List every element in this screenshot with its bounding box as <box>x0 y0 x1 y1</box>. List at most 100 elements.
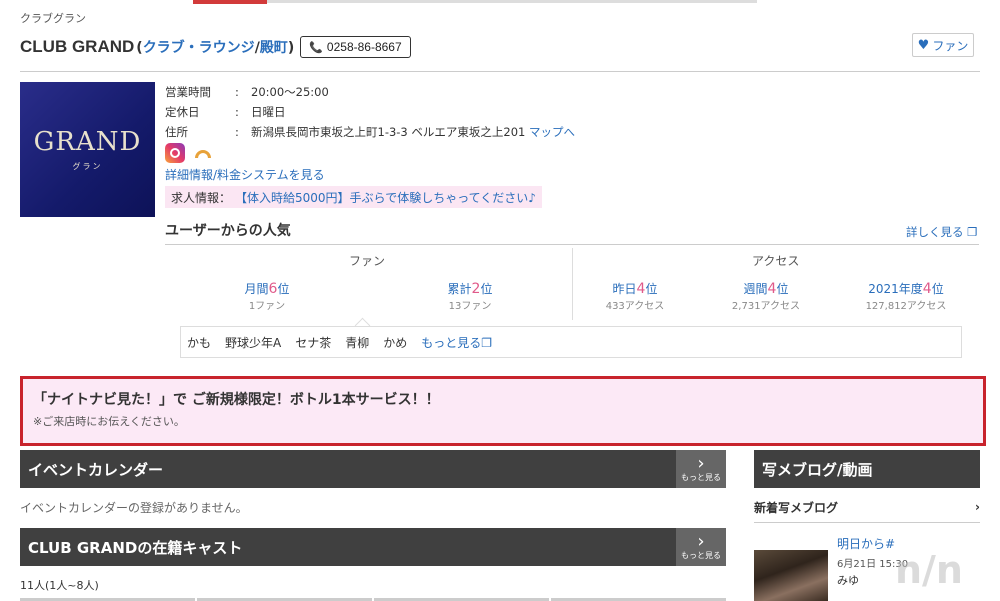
cast-title: CLUB GRANDの在籍キャスト <box>28 538 243 557</box>
cast-more-label: もっと見る <box>681 550 721 560</box>
tel-number: 0258-86-8667 <box>326 40 402 54</box>
info-address: 住所: 新潟県長岡市東坂之上町1-3-3 ベルエア東坂之上201 マップへ <box>165 124 575 140</box>
rank-title: 週間4位 <box>711 280 821 297</box>
event-more-label: もっと見る <box>681 472 721 482</box>
rank-total[interactable]: 累計2位 13ファン <box>415 280 525 312</box>
recruit-label: 求人情報： <box>171 190 232 205</box>
rank-monthly[interactable]: 月間6位 1ファン <box>212 280 322 312</box>
event-calendar-bar: イベントカレンダー › もっと見る <box>20 450 726 488</box>
sidebar-divider <box>754 522 980 523</box>
rank-label: 月間 <box>244 282 269 296</box>
shop-category: クラブグラン <box>20 12 86 25</box>
fan-name[interactable]: 青柳 <box>345 334 369 351</box>
popularity-heading: ユーザーからの人気 <box>165 223 291 239</box>
paren-close: ) <box>287 40 295 56</box>
sns-links <box>165 143 213 163</box>
fans-more-label: もっと見る <box>421 335 482 350</box>
rank-label: 累計 <box>447 282 472 296</box>
blog-title[interactable]: 明日から# <box>837 535 895 552</box>
rank-unit: 位 <box>931 282 944 296</box>
fans-more-link[interactable]: もっと見る❐ <box>421 334 492 351</box>
promo-sub-text: ※ご来店時にお伝えください。 <box>33 415 185 428</box>
rank-weekly[interactable]: 週間4位 2,731アクセス <box>711 280 821 312</box>
recruit-text: 【体入時給5000円】手ぶらで体験しちゃってください♪ <box>235 190 536 205</box>
rank-number: 4 <box>922 281 932 297</box>
event-more-button[interactable]: › もっと見る <box>676 450 726 488</box>
cast-more-button[interactable]: › もっと見る <box>676 528 726 566</box>
chevron-right-icon: › <box>697 452 705 474</box>
rainbow-icon[interactable] <box>193 143 213 163</box>
access-heading: アクセス <box>752 254 800 268</box>
rank-title: 月間6位 <box>212 280 322 297</box>
cast-bar: CLUB GRANDの在籍キャスト › もっと見る <box>20 528 726 566</box>
rank-sub: 1ファン <box>248 301 286 312</box>
cast-count: 11人(1人~8人) <box>20 579 99 592</box>
info-holiday: 定休日: 日曜日 <box>165 104 286 120</box>
top-tab-strip <box>267 0 757 3</box>
fan-button[interactable]: ♥ ファン <box>912 33 974 57</box>
popularity-more-link[interactable]: 詳しく見る ❐ <box>906 224 977 240</box>
blog-author: みゆ <box>837 574 859 587</box>
watermark-logo: n/n <box>895 548 963 592</box>
popularity-column-divider <box>572 248 573 320</box>
info-hours: 営業時間:20:00〜25:00 <box>165 84 329 100</box>
external-icon: ❐ <box>481 335 493 350</box>
rank-yesterday[interactable]: 昨日4位 433アクセス <box>580 280 690 312</box>
area-link[interactable]: 殿町 <box>260 40 288 56</box>
rank-sub: 433アクセス <box>605 301 665 312</box>
heart-icon: ♥ <box>917 37 930 53</box>
instagram-icon[interactable] <box>165 143 185 163</box>
fan-label: ファン <box>932 38 969 53</box>
hours-label: 営業時間 <box>165 85 211 99</box>
shop-title-row: CLUB GRAND (クラブ・ラウンジ/殿町) 📞 0258-86-8667 <box>20 34 411 60</box>
detail-link[interactable]: 詳細情報/料金システムを見る <box>165 166 325 183</box>
shop-title: CLUB GRAND <box>20 37 135 56</box>
rank-sub: 2,731アクセス <box>731 301 801 312</box>
external-icon: ❐ <box>963 225 978 239</box>
hours-value: 20:00〜25:00 <box>251 85 329 99</box>
shop-type: (クラブ・ラウンジ/殿町) <box>136 37 294 57</box>
tel-button[interactable]: 📞 0258-86-8667 <box>300 36 411 58</box>
fan-name[interactable]: セナ茶 <box>295 334 331 351</box>
blog-thumbnail[interactable] <box>754 550 828 601</box>
holiday-label: 定休日 <box>165 105 200 119</box>
address-label: 住所 <box>165 125 188 139</box>
fan-heading: ファン <box>349 254 386 268</box>
rank-yearly[interactable]: 2021年度4位 127,812アクセス <box>851 280 961 312</box>
rank-sub: 13ファン <box>448 301 492 312</box>
promo-main-text: 「ナイトナビ見た！」で ご新規様限定！ボトル1本サービス！！ <box>33 392 440 408</box>
rank-unit: 位 <box>277 282 290 296</box>
separator: : <box>235 105 239 119</box>
popularity-more-label: 詳しく見る <box>906 225 964 239</box>
rank-unit: 位 <box>776 282 789 296</box>
fans-list: かも 野球少年A セナ茶 青柳 かめ もっと見る❐ <box>180 326 962 358</box>
rank-unit: 位 <box>480 282 493 296</box>
rank-title: 累計2位 <box>415 280 525 297</box>
recruit-banner[interactable]: 求人情報： 【体入時給5000円】手ぶらで体験しちゃってください♪ <box>165 186 542 208</box>
logo-text: GRAND <box>33 127 142 157</box>
map-link[interactable]: マップへ <box>529 125 575 139</box>
rank-label: 2021年度 <box>868 282 923 296</box>
separator: : <box>235 125 239 139</box>
popularity-divider <box>165 244 979 245</box>
new-blog-row[interactable]: 新着写メブログ › <box>754 496 980 518</box>
address-value: 新潟県長岡市東坂之上町1-3-3 ベルエア東坂之上201 <box>251 125 526 139</box>
chevron-right-icon: › <box>697 530 705 552</box>
separator: : <box>235 85 239 99</box>
rank-label: 週間 <box>743 282 768 296</box>
chevron-right-icon: › <box>975 500 980 514</box>
rank-title: 昨日4位 <box>580 280 690 297</box>
phone-icon: 📞 <box>309 41 323 54</box>
type-link[interactable]: クラブ・ラウンジ <box>143 40 255 56</box>
rank-sub: 127,812アクセス <box>865 301 947 312</box>
logo-subtext: グラン <box>72 162 103 171</box>
rank-title: 2021年度4位 <box>851 280 961 297</box>
rank-unit: 位 <box>645 282 658 296</box>
fan-name[interactable]: かめ <box>383 334 407 351</box>
fan-name[interactable]: 野球少年A <box>225 334 281 351</box>
shop-logo: GRAND グラン <box>20 82 155 217</box>
fan-name[interactable]: かも <box>187 334 211 351</box>
photo-blog-bar: 写メブログ/動画 <box>754 450 980 488</box>
rank-label: 昨日 <box>612 282 637 296</box>
promo-banner: 「ナイトナビ見た！」で ご新規様限定！ボトル1本サービス！！ ※ご来店時にお伝え… <box>20 376 986 446</box>
